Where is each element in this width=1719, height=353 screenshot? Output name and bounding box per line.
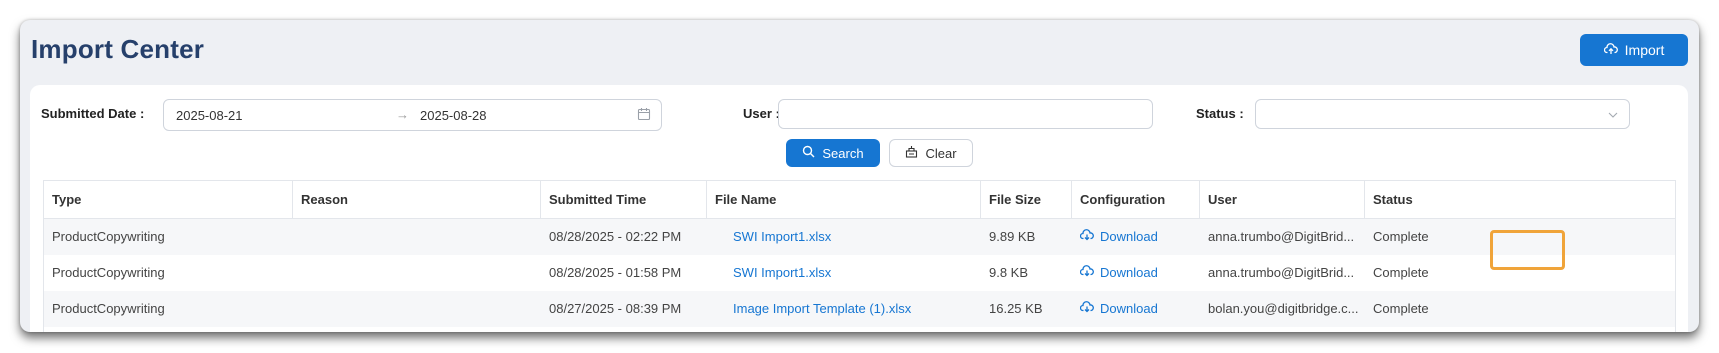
column-header-file-name: File Name — [707, 181, 981, 218]
column-header-status: Status — [1373, 192, 1413, 207]
user-cell: bolan.you@digitbridge.c... — [1208, 301, 1359, 316]
clear-button[interactable]: Clear — [889, 139, 973, 167]
content-card: Submitted Date : 2025-08-21 → 2025-08-28… — [30, 85, 1688, 332]
date-start-input[interactable]: 2025-08-21 — [176, 108, 243, 123]
import-button-label: Import — [1624, 42, 1665, 58]
chevron-down-icon — [1607, 108, 1619, 126]
column-header-file-size: File Size — [981, 181, 1072, 218]
reason-cell — [293, 219, 301, 255]
submitted-time-cell: 08/27/2025 - 08:39 PM — [549, 301, 682, 316]
reason-cell — [293, 291, 301, 327]
user-cell: anna.trumbo@DigitBrid... — [1208, 265, 1355, 280]
reason-cell — [293, 255, 301, 291]
column-header-reason: Reason — [293, 181, 541, 218]
import-center-window: Import Center Import Submitted Date : 20… — [20, 20, 1699, 332]
submitted-date-label: Submitted Date : — [41, 106, 145, 121]
file-size-cell: 16.25 KB — [989, 301, 1043, 316]
user-filter-input[interactable] — [778, 99, 1153, 129]
download-label: Download — [1100, 229, 1158, 244]
search-icon — [802, 145, 815, 161]
table-row: ProductCopywriting 08/28/2025 - 02:22 PM… — [44, 219, 1675, 255]
table-header: Type Reason Submitted Time File Name Fil… — [44, 181, 1675, 219]
cloud-download-icon — [1079, 219, 1094, 255]
status-filter-select[interactable] — [1255, 99, 1630, 129]
date-end-input[interactable]: 2025-08-28 — [420, 108, 487, 123]
cloud-upload-icon — [1603, 42, 1618, 58]
column-header-user: User — [1200, 181, 1365, 218]
type-cell: ProductCopywriting — [52, 301, 165, 316]
search-button[interactable]: Search — [786, 139, 880, 167]
type-cell: ProductCopywriting — [52, 229, 165, 244]
file-name-link[interactable]: SWI Import1.xlsx — [733, 229, 831, 244]
column-header-configuration: Configuration — [1072, 181, 1200, 218]
clear-icon — [905, 145, 918, 161]
status-cell: Complete — [1373, 229, 1429, 244]
cloud-download-icon — [1079, 255, 1094, 291]
table-row: ProductCopywriting 08/27/2025 - 08:39 PM… — [44, 291, 1675, 327]
table-row: ProductCopywriting 08/28/2025 - 01:58 PM… — [44, 255, 1675, 291]
date-range-arrow-icon: → — [396, 107, 409, 122]
file-size-cell: 9.89 KB — [989, 229, 1036, 244]
status-cell: Complete — [1373, 301, 1429, 316]
submitted-time-cell: 08/28/2025 - 02:22 PM — [549, 229, 682, 244]
download-label: Download — [1100, 265, 1158, 280]
submitted-time-cell: 08/28/2025 - 01:58 PM — [549, 265, 682, 280]
column-header-type: Type — [44, 181, 293, 218]
imports-table: Type Reason Submitted Time File Name Fil… — [43, 180, 1676, 332]
type-cell: ProductCopywriting — [52, 265, 165, 280]
file-size-cell: 9.8 KB — [989, 265, 1029, 280]
cloud-download-icon — [1079, 291, 1094, 327]
search-button-label: Search — [822, 145, 864, 161]
configuration-download-link[interactable]: Download — [1079, 255, 1158, 291]
status-filter-label: Status : — [1196, 106, 1244, 121]
configuration-download-link[interactable]: Download — [1079, 219, 1158, 255]
clear-button-label: Clear — [925, 145, 957, 161]
import-button[interactable]: Import — [1580, 34, 1688, 66]
user-filter-label: User : — [743, 106, 780, 121]
user-cell: anna.trumbo@DigitBrid... — [1208, 229, 1355, 244]
file-name-link[interactable]: SWI Import1.xlsx — [733, 265, 831, 280]
column-header-submitted-time: Submitted Time — [541, 181, 707, 218]
page-title: Import Center — [31, 34, 205, 64]
configuration-download-link[interactable]: Download — [1079, 291, 1158, 327]
file-name-link[interactable]: Image Import Template (1).xlsx — [733, 301, 911, 316]
submitted-date-range-picker[interactable]: 2025-08-21 → 2025-08-28 — [163, 99, 662, 131]
status-cell: Complete — [1373, 265, 1429, 280]
calendar-icon[interactable] — [637, 107, 651, 124]
download-label: Download — [1100, 301, 1158, 316]
